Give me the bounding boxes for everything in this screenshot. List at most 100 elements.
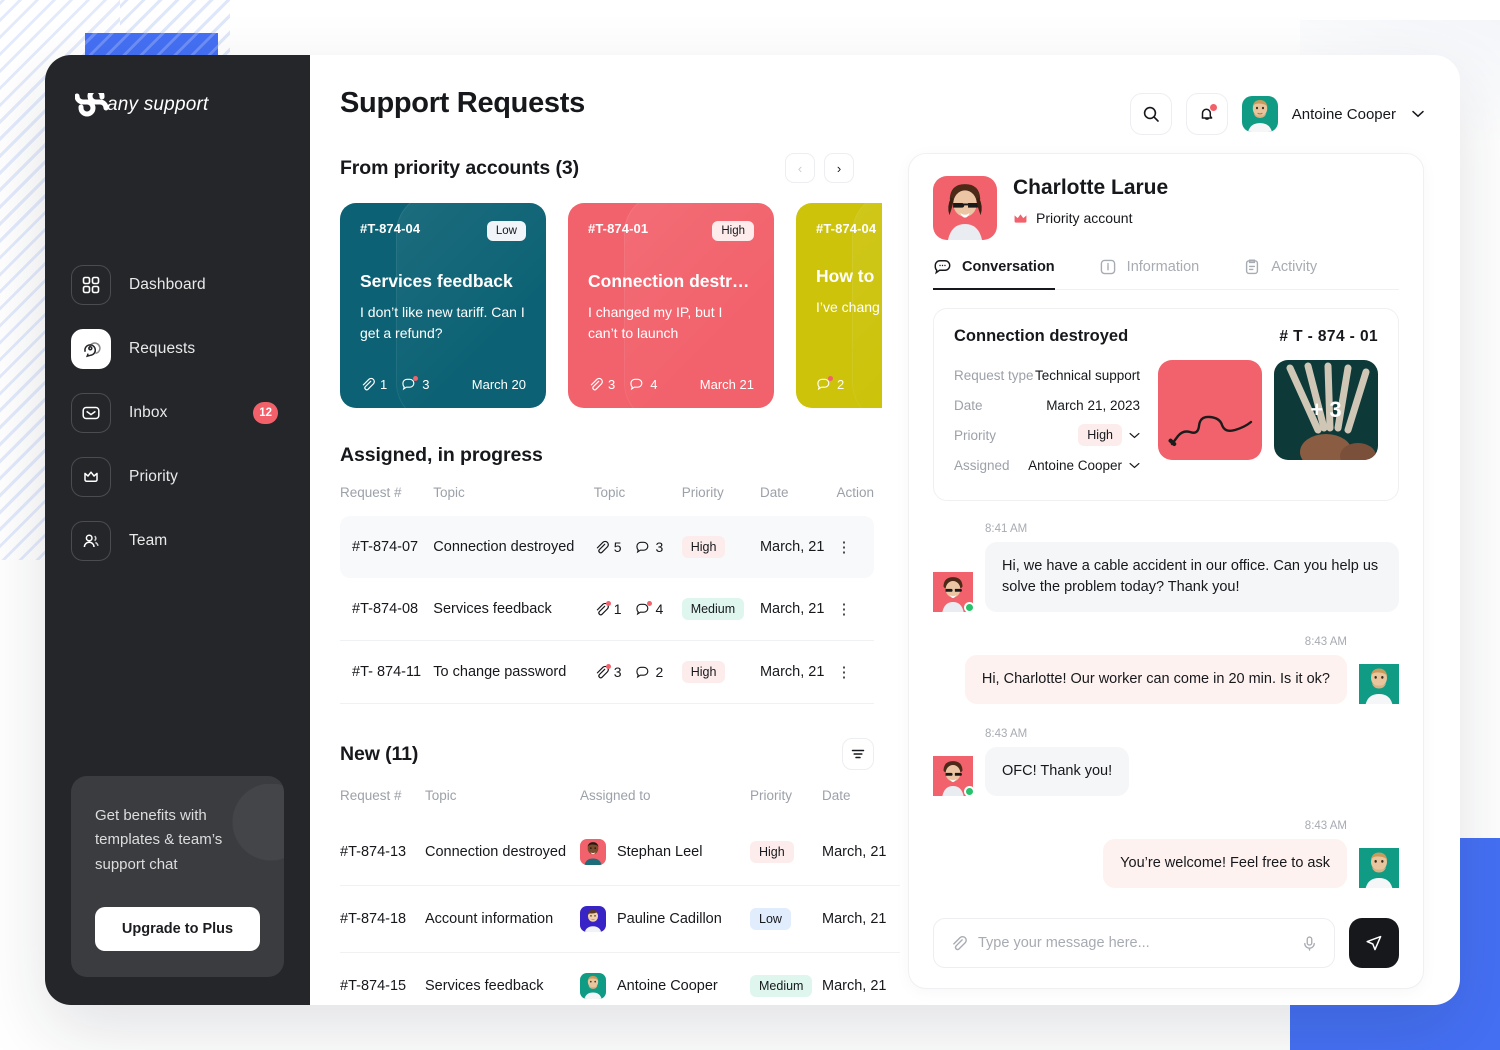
info-icon — [1099, 258, 1117, 276]
priority-card[interactable]: #T-874-04 Low Services feedback I don’t … — [340, 203, 546, 408]
table-row[interactable]: #T-874-18 Account information Pauline Ca… — [340, 886, 900, 953]
cell-date: March, 21 — [759, 664, 825, 680]
attachment-thumbnail[interactable] — [1158, 360, 1262, 460]
sidebar-item-inbox[interactable]: Inbox 12 — [71, 390, 284, 436]
cell-date: March, 21 — [822, 978, 887, 994]
message-input-wrap[interactable] — [933, 918, 1335, 968]
message: 8:43 AM OFC! Thank you! — [933, 728, 1399, 798]
brand-name: any support — [107, 94, 209, 115]
paperclip-icon[interactable] — [950, 935, 967, 952]
priority-tag: Low — [750, 908, 791, 930]
card-body: I don’t like new tariff. Can I get a ref… — [360, 304, 525, 341]
table-header-row: Request # Topic Topic Priority Date Acti… — [340, 485, 874, 516]
message-input[interactable] — [978, 935, 1290, 951]
chevron-down-icon[interactable] — [1129, 432, 1140, 439]
crown-icon — [71, 457, 111, 497]
cell-topic: Services feedback — [425, 978, 544, 994]
priority-tag: Medium — [681, 598, 745, 620]
message-bubble: Hi, we have a cable accident in our offi… — [985, 542, 1399, 613]
new-table: Request # Topic Assigned to Priority Dat… — [340, 788, 900, 1005]
carousel-prev-button[interactable]: ‹ — [785, 153, 815, 183]
microphone-icon[interactable] — [1301, 935, 1318, 952]
avatar[interactable] — [1241, 96, 1278, 132]
new-section-header: New (11) — [340, 738, 874, 770]
assigned-section: Assigned, in progress Request # Topic To… — [340, 444, 882, 704]
row-menu-button[interactable]: ⋮ — [836, 601, 852, 618]
filter-button[interactable] — [842, 738, 874, 770]
priority-tag: High — [1078, 424, 1122, 446]
cell-metrics: 1 4 — [594, 578, 682, 641]
cell-topic: Connection destroyed — [433, 516, 594, 578]
inbox-badge: 12 — [253, 402, 278, 424]
message: 8:43 AM Hi, Charlotte! Our worker can co… — [933, 636, 1399, 705]
priority-section-title: From priority accounts (3) — [340, 156, 580, 179]
comment-icon — [629, 377, 645, 392]
requests-icon — [71, 329, 111, 369]
brand[interactable]: any support — [45, 55, 310, 117]
cell-priority: High — [750, 819, 822, 886]
app-window: any support Dashboard Requests Inbox 12 … — [45, 55, 1460, 1005]
priority-card[interactable]: #T-874-04 How to I’ve chang How to de — [796, 203, 882, 408]
message-bubble: Hi, Charlotte! Our worker can come in 20… — [964, 655, 1347, 705]
attachment-metric: 1 — [594, 600, 622, 617]
online-status-dot — [964, 786, 975, 798]
assigned-value: Antoine Cooper — [1028, 457, 1122, 473]
message-list: 8:41 AM Hi, we have a cable accident in … — [933, 501, 1399, 912]
sidebar-item-label: Priority — [129, 468, 179, 485]
message-row-outgoing: 8:43 AM Hi, Charlotte! Our worker can co… — [933, 636, 1399, 705]
card-attachment-metric: 1 — [360, 377, 387, 392]
priority-account-badge: Priority account — [1013, 210, 1168, 226]
column-header: Priority — [750, 788, 793, 803]
avatar-wrap — [1359, 664, 1399, 705]
tab-information[interactable]: Information — [1099, 258, 1199, 289]
avatar — [580, 906, 606, 932]
sidebar-item-requests[interactable]: Requests — [71, 326, 284, 372]
table-row[interactable]: #T-874-13 Connection destroyed Stephan L… — [340, 819, 900, 886]
table-row[interactable]: #T- 874-11 To change password 3 2 High M… — [340, 641, 874, 704]
field-label: Date — [954, 397, 983, 413]
upgrade-to-plus-button[interactable]: Upgrade to Plus — [95, 907, 260, 951]
sidebar-item-dashboard[interactable]: Dashboard — [71, 262, 284, 308]
cell-request-id: #T-874-08 — [352, 601, 419, 617]
carousel-next-button[interactable]: › — [824, 153, 854, 183]
search-button[interactable] — [1129, 93, 1172, 135]
message-row-outgoing: 8:43 AM You’re welcome! Feel free to ask — [933, 820, 1399, 889]
send-button[interactable] — [1349, 918, 1399, 968]
notifications-button[interactable] — [1185, 93, 1228, 135]
row-menu-button[interactable]: ⋮ — [836, 664, 852, 681]
comment-icon — [401, 376, 419, 392]
row-menu-button[interactable]: ⋮ — [836, 539, 852, 556]
message-bubble: OFC! Thank you! — [985, 747, 1130, 797]
table-row[interactable]: #T-874-07 Connection destroyed 5 3 High … — [340, 516, 874, 578]
card-comment-metric: 2 — [816, 376, 845, 392]
priority-card[interactable]: #T-874-01 High Connection destro... I ch… — [568, 203, 774, 408]
field-assigned: Assigned Antoine Cooper — [954, 450, 1140, 480]
card-attachment-count: 1 — [380, 377, 388, 392]
paperclip-icon — [594, 663, 611, 680]
sidebar-item-team[interactable]: Team — [71, 518, 284, 564]
chevron-down-icon[interactable] — [1412, 110, 1424, 118]
chevron-down-icon[interactable] — [1129, 462, 1140, 469]
cell-priority: High — [681, 641, 760, 704]
card-comment-count: 2 — [837, 377, 845, 392]
field-date: Date March 21, 2023 — [954, 390, 1140, 420]
column-header: Topic — [593, 485, 626, 500]
comment-icon — [635, 540, 651, 555]
table-header-row: Request # Topic Assigned to Priority Dat… — [340, 788, 900, 819]
crown-icon — [1013, 212, 1028, 225]
tab-activity[interactable]: Activity — [1243, 258, 1317, 289]
message-composer — [933, 912, 1399, 968]
column-header: Topic — [425, 788, 457, 803]
table-row[interactable]: #T-874-15 Services feedback Antoine Coop… — [340, 953, 900, 1006]
comment-metric: 2 — [635, 664, 663, 680]
contact-header: Charlotte Larue Priority account — [933, 176, 1399, 240]
card-request-id: #T-874-01 — [588, 221, 649, 236]
table-row[interactable]: #T-874-08 Services feedback 1 4 Medium M… — [340, 578, 874, 641]
attachment-thumbnail-more[interactable]: + 3 — [1274, 360, 1378, 460]
avatar — [580, 839, 606, 865]
sidebar-item-priority[interactable]: Priority — [71, 454, 284, 500]
card-request-id: #T-874-04 — [816, 221, 877, 236]
tab-conversation[interactable]: Conversation — [933, 258, 1055, 290]
cell-topic: Account information — [425, 911, 554, 927]
column-header: Topic — [433, 485, 465, 500]
